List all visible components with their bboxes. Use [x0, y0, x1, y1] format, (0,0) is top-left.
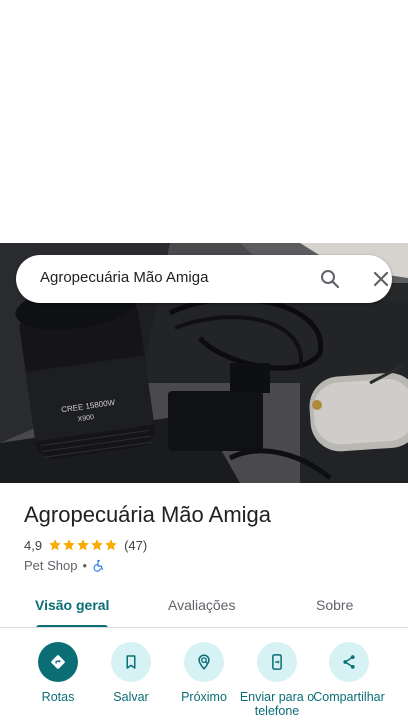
directions-icon	[51, 655, 65, 669]
send-to-phone-button-circle[interactable]	[257, 642, 297, 682]
directions-button[interactable]: Rotas	[18, 640, 98, 704]
review-count: (47)	[124, 537, 148, 553]
tab-about[interactable]: Sobre	[316, 597, 353, 613]
rating-value: 4,9	[24, 537, 43, 553]
wheelchair-icon	[93, 559, 103, 572]
star-icon	[63, 539, 75, 551]
map-blank-area	[0, 0, 408, 243]
tab-overview[interactable]: Visão geral	[35, 597, 109, 613]
nearby-button-circle[interactable]	[184, 642, 224, 682]
save-button-circle[interactable]	[111, 642, 151, 682]
place-category: Pet Shop	[24, 557, 78, 573]
bookmark-icon	[126, 655, 136, 669]
tab-bar: Visão geral Avaliações Sobre	[0, 585, 408, 628]
search-input[interactable]: Agropecuária Mão Amiga	[40, 269, 208, 286]
send-to-phone-label: Enviar para o telefone	[239, 690, 315, 718]
directions-button-circle[interactable]	[38, 642, 78, 682]
send-to-phone-button[interactable]: Enviar para o telefone	[237, 640, 317, 718]
directions-label: Rotas	[41, 690, 75, 704]
category-row: Pet Shop •	[24, 557, 105, 573]
share-button[interactable]: Compartilhar	[309, 640, 389, 704]
nearby-icon	[198, 654, 210, 670]
send-to-phone-icon	[272, 654, 282, 670]
rating-row[interactable]: 4,9 (47)	[24, 537, 147, 553]
search-bar[interactable]: Agropecuária Mão Amiga	[16, 255, 392, 303]
rating-stars	[48, 538, 118, 552]
star-icon	[105, 539, 117, 551]
star-icon	[77, 539, 89, 551]
nearby-label: Próximo	[181, 690, 227, 704]
save-label: Salvar	[113, 690, 149, 704]
search-icon[interactable]	[318, 267, 342, 291]
place-title: Agropecuária Mão Amiga	[24, 502, 272, 527]
close-icon[interactable]	[369, 267, 393, 291]
tab-reviews[interactable]: Avaliações	[168, 597, 235, 613]
share-icon	[343, 655, 355, 669]
nearby-button[interactable]: Próximo	[164, 640, 244, 704]
separator-dot: •	[82, 557, 88, 573]
share-label: Compartilhar	[313, 690, 385, 704]
save-button[interactable]: Salvar	[91, 640, 171, 704]
star-icon	[91, 539, 103, 551]
action-buttons: Rotas Salvar Próximo Enviar para o telef…	[0, 640, 408, 726]
star-icon	[49, 539, 61, 551]
share-button-circle[interactable]	[329, 642, 369, 682]
tabs-divider	[0, 627, 408, 628]
